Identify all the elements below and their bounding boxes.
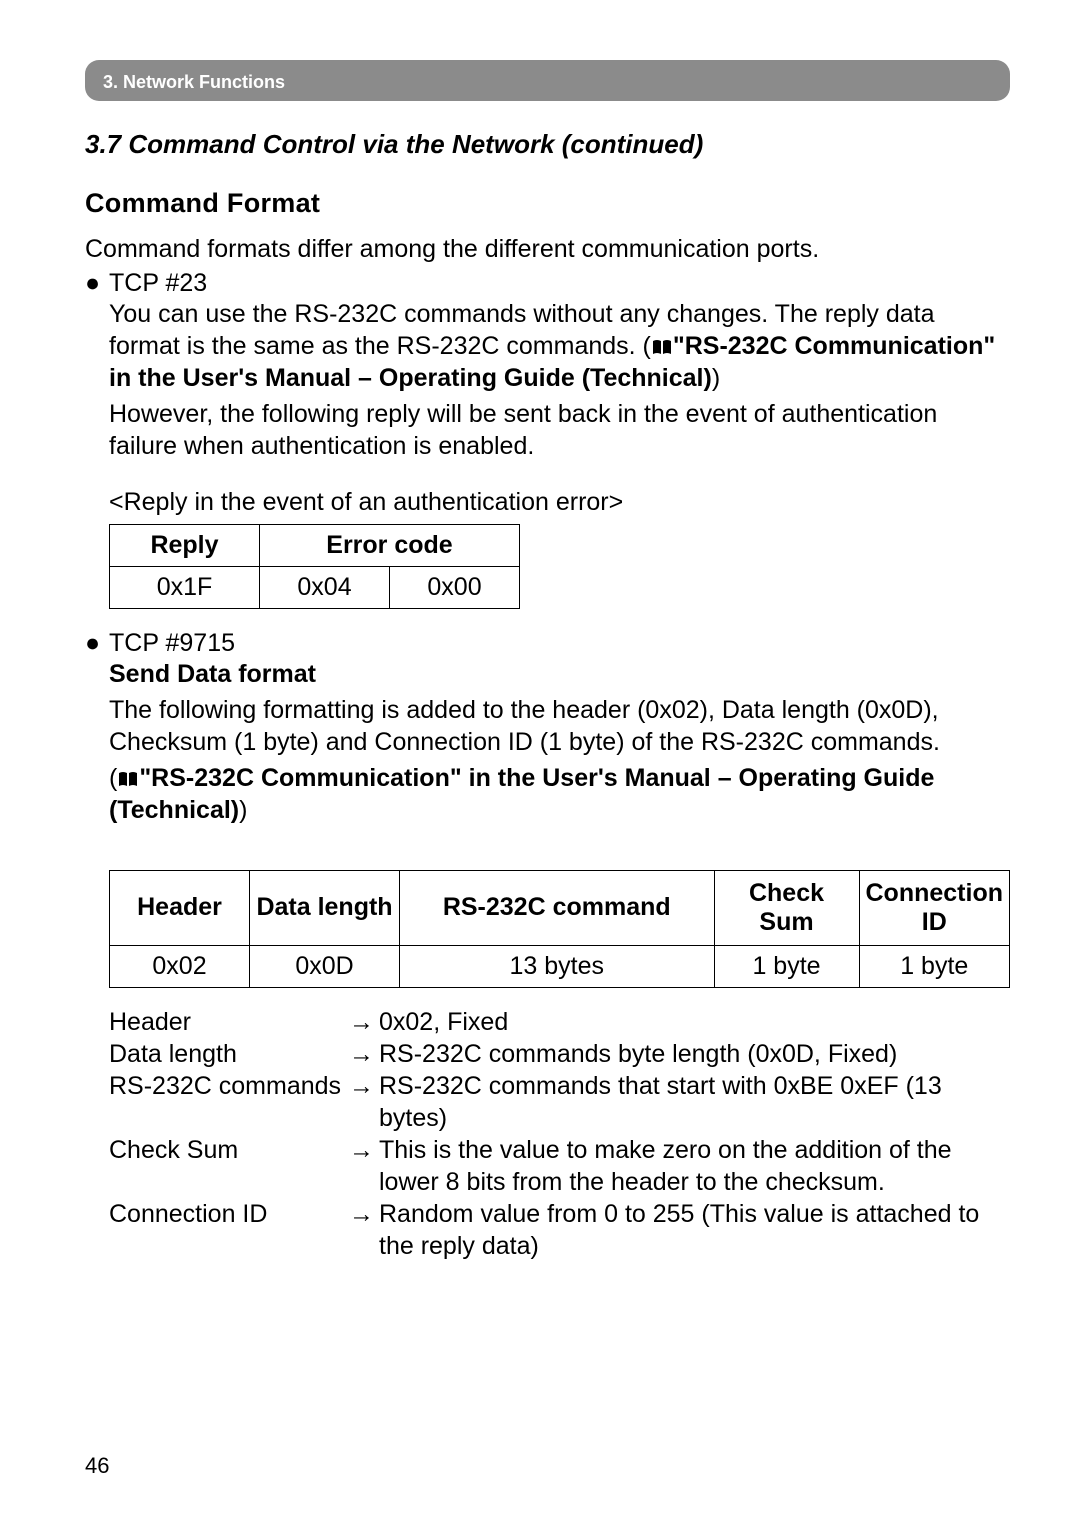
def-row: Header → 0x02, Fixed: [109, 1006, 1010, 1038]
tcp9715-crossref: "RS-232C Communication" in the User's Ma…: [109, 764, 934, 824]
arrow-icon: →: [349, 1038, 379, 1070]
tcp9715-bullet-row: ● TCP #9715: [85, 629, 1010, 658]
chapter-bar: 3. Network Functions: [85, 60, 1010, 101]
def-label: Header: [109, 1006, 349, 1038]
reply-caption: <Reply in the event of an authentication…: [85, 486, 1010, 518]
def-value: Random value from 0 to 255 (This value i…: [379, 1198, 1010, 1262]
def-label: RS-232C commands: [109, 1070, 349, 1102]
th-header: Header: [110, 871, 250, 946]
def-label: Check Sum: [109, 1134, 349, 1166]
th-checksum: Check Sum: [714, 871, 859, 946]
def-label: Connection ID: [109, 1198, 349, 1230]
def-row: Connection ID → Random value from 0 to 2…: [109, 1198, 1010, 1262]
bullet-icon: ●: [85, 269, 109, 298]
auth-error-table: Reply Error code 0x1F 0x04 0x00: [109, 524, 520, 609]
def-value: This is the value to make zero on the ad…: [379, 1134, 1010, 1198]
send-data-format-heading: Send Data format: [85, 658, 1010, 690]
def-value: RS-232C commands that start with 0xBE 0x…: [379, 1070, 1010, 1134]
arrow-icon: →: [349, 1006, 379, 1038]
def-value: RS-232C commands byte length (0x0D, Fixe…: [379, 1038, 1010, 1070]
td-datalength: 0x0D: [250, 945, 400, 987]
chapter-label: 3. Network Functions: [103, 72, 285, 92]
arrow-icon: →: [349, 1134, 379, 1166]
paren-close: ): [239, 796, 247, 824]
td-err-2: 0x00: [390, 567, 520, 609]
tcp23-bullet-row: ● TCP #23: [85, 269, 1010, 298]
tcp23-label: TCP #23: [109, 269, 207, 298]
tcp9715-line1: The following formatting is added to the…: [85, 694, 1010, 758]
th-connid: Connection ID: [859, 871, 1010, 946]
tcp23-line2: However, the following reply will be sen…: [85, 398, 1010, 462]
arrow-icon: →: [349, 1198, 379, 1230]
th-errorcode: Error code: [260, 525, 520, 567]
td-rs232c: 13 bytes: [400, 945, 715, 987]
intro-text: Command formats differ among the differe…: [85, 233, 1010, 265]
paren-open: (: [109, 764, 117, 792]
tcp23-paragraph: You can use the RS-232C commands without…: [85, 298, 1010, 394]
th-reply: Reply: [110, 525, 260, 567]
def-value: 0x02, Fixed: [379, 1006, 1010, 1038]
th-datalength: Data length: [250, 871, 400, 946]
td-header: 0x02: [110, 945, 250, 987]
tcp9715-label: TCP #9715: [109, 629, 235, 658]
command-format-heading: Command Format: [85, 188, 1010, 219]
tcp23-line1end: ): [712, 364, 720, 392]
definitions-block: Header → 0x02, Fixed Data length → RS-23…: [85, 1006, 1010, 1262]
book-icon: [651, 338, 673, 356]
book-icon: [117, 770, 139, 788]
bullet-icon: ●: [85, 629, 109, 658]
tcp9715-crossref-line: ("RS-232C Communication" in the User's M…: [85, 762, 1010, 826]
def-row: Check Sum → This is the value to make ze…: [109, 1134, 1010, 1198]
section-title: 3.7 Command Control via the Network (con…: [85, 129, 1010, 160]
th-rs232c: RS-232C command: [400, 871, 715, 946]
td-reply-val: 0x1F: [110, 567, 260, 609]
def-row: RS-232C commands → RS-232C commands that…: [109, 1070, 1010, 1134]
command-structure-table: Header Data length RS-232C command Check…: [109, 870, 1010, 988]
td-connid: 1 byte: [859, 945, 1010, 987]
def-row: Data length → RS-232C commands byte leng…: [109, 1038, 1010, 1070]
td-err-1: 0x04: [260, 567, 390, 609]
page-number: 46: [85, 1453, 109, 1479]
arrow-icon: →: [349, 1070, 379, 1102]
td-checksum: 1 byte: [714, 945, 859, 987]
def-label: Data length: [109, 1038, 349, 1070]
